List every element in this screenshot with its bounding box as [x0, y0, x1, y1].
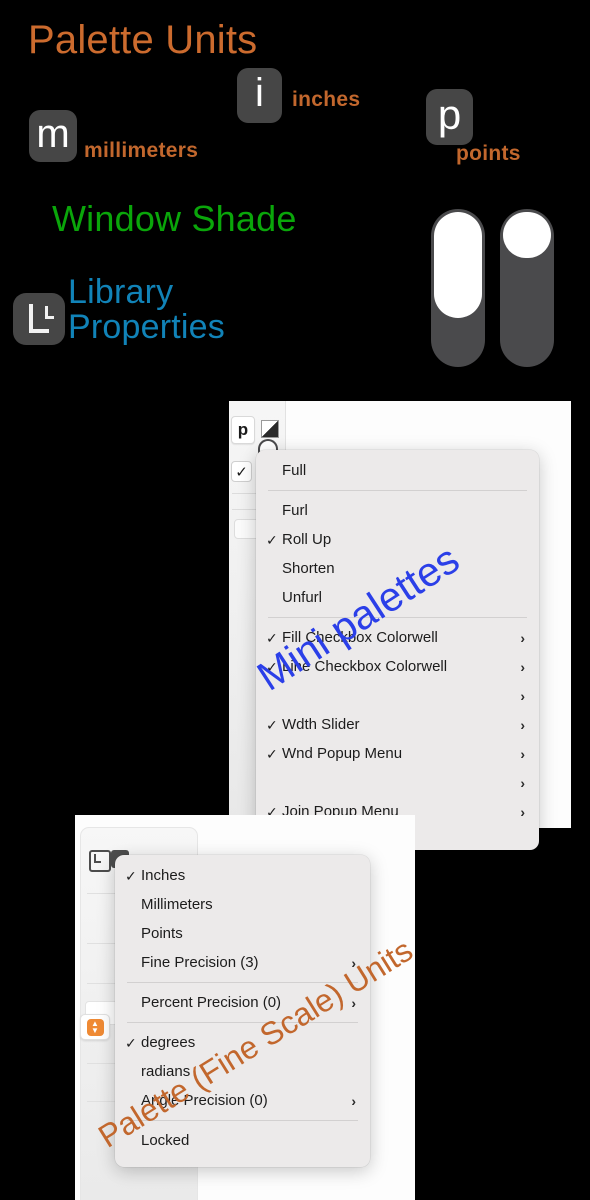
- units-menu-item-label: Millimeters: [141, 896, 213, 913]
- library-properties-line-2: Properties: [68, 307, 225, 346]
- line-checkbox[interactable]: ✓: [231, 461, 252, 482]
- annotation-inches-label: inches: [292, 88, 361, 111]
- millimeters-unit-icon[interactable]: m: [29, 110, 77, 162]
- window-shade-toggle-rolled[interactable]: [500, 209, 554, 367]
- library-properties-line-1: Library: [68, 273, 174, 311]
- stepper-down-icon: ▼: [91, 1026, 99, 1035]
- units-menu-item[interactable]: Millimeters: [115, 890, 370, 919]
- annotation-palette-units-title: Palette Units: [28, 18, 258, 62]
- inches-unit-glyph: i: [255, 71, 264, 115]
- units-menu-item-label: Locked: [141, 1132, 190, 1149]
- units-stepper-control[interactable]: ▲ ▼: [80, 1014, 110, 1040]
- units-menu-item[interactable]: Locked: [115, 1126, 370, 1155]
- shade-menu-item-label: Wdth Slider: [282, 716, 360, 733]
- shade-menu-item[interactable]: ›: [256, 768, 539, 797]
- stepper-knob[interactable]: ▲ ▼: [86, 1018, 104, 1036]
- units-menu-item[interactable]: ✓ Inches: [115, 861, 370, 890]
- checkmark-icon: ✓: [266, 531, 278, 548]
- window-shade-thumb[interactable]: [503, 212, 551, 258]
- shade-menu-item[interactable]: ✓ Wdth Slider ›: [256, 710, 539, 739]
- shade-menu-item-label: Full: [282, 462, 307, 479]
- chevron-right-icon: ›: [351, 1092, 356, 1109]
- shade-menu-item-label: Roll Up: [282, 531, 332, 548]
- checkmark-icon: ✓: [125, 1034, 137, 1051]
- fill-colorwell[interactable]: [261, 420, 279, 438]
- chevron-right-icon: ›: [520, 745, 525, 762]
- annotation-millimeters-label: millimeters: [84, 139, 199, 162]
- points-popup-button[interactable]: p: [231, 416, 255, 444]
- shade-menu-item[interactable]: Furl: [256, 496, 539, 525]
- library-icon-foot: [29, 329, 49, 333]
- chevron-right-icon: ›: [520, 803, 525, 820]
- units-menu-item[interactable]: Points: [115, 919, 370, 948]
- annotation-library-properties-title: Library Properties: [68, 275, 225, 344]
- annotation-window-shade-title: Window Shade: [52, 198, 297, 239]
- shade-menu-item[interactable]: ›: [256, 681, 539, 710]
- chevron-right-icon: ›: [520, 629, 525, 646]
- checkmark-icon: ✓: [266, 716, 278, 733]
- inches-unit-icon[interactable]: i: [237, 68, 282, 123]
- shade-menu-item[interactable]: ✓ Wnd Popup Menu ›: [256, 739, 539, 768]
- units-menu-item-label: Inches: [141, 867, 186, 884]
- points-unit-glyph: p: [437, 91, 462, 138]
- library-icon-small-foot: [45, 316, 54, 319]
- shade-menu-item-label: Wnd Popup Menu: [282, 745, 403, 762]
- points-unit-icon[interactable]: p: [426, 89, 473, 145]
- checkmark-icon: ✓: [125, 867, 137, 884]
- library-icon[interactable]: [89, 850, 111, 872]
- library-properties-icon[interactable]: [13, 293, 65, 345]
- annotation-points-label: points: [456, 142, 521, 165]
- chevron-right-icon: ›: [520, 658, 525, 675]
- window-shade-thumb[interactable]: [434, 212, 482, 318]
- shade-menu-item-label: Furl: [282, 502, 308, 519]
- chevron-right-icon: ›: [520, 774, 525, 791]
- menu-separator: [268, 490, 527, 491]
- units-menu-item-label: Fine Precision (3): [141, 954, 259, 971]
- shade-menu-item[interactable]: Full: [256, 456, 539, 485]
- units-menu-item-label: Points: [141, 925, 183, 942]
- window-shade-toggle-open[interactable]: [431, 209, 485, 367]
- millimeters-unit-glyph: m: [36, 111, 70, 156]
- chevron-right-icon: ›: [520, 687, 525, 704]
- shade-menu-item[interactable]: ✓ Roll Up: [256, 525, 539, 554]
- checkmark-icon: ✓: [266, 745, 278, 762]
- chevron-right-icon: ›: [520, 716, 525, 733]
